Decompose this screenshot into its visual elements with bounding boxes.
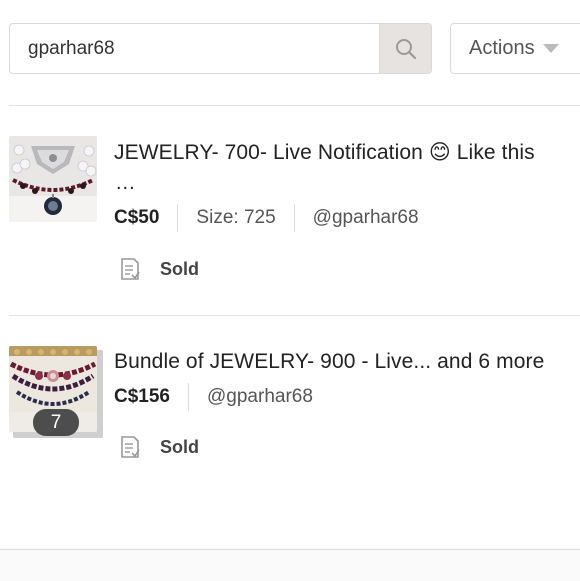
listing-size: Size: 725 <box>196 207 276 228</box>
bottom-bar <box>0 549 580 581</box>
status-label: Sold <box>160 436 199 457</box>
listing-thumbnail[interactable]: 7 <box>9 346 103 438</box>
listing-divider <box>9 315 580 316</box>
item-count-badge: 7 <box>33 409 79 436</box>
status-label: Sold <box>160 258 199 279</box>
listing-title[interactable]: Bundle of JEWELRY- 900 - Live... and 6 m… <box>114 350 544 374</box>
listing-status: Sold <box>118 434 199 460</box>
search-input[interactable] <box>10 24 379 73</box>
search-button[interactable] <box>379 24 431 73</box>
listing-title[interactable]: JEWELRY- 700- Live Notification 😊 Like t… <box>114 140 535 165</box>
receipt-icon <box>121 436 140 458</box>
listing-meta: C$50 Size: 725 @gparhar68 <box>114 204 419 232</box>
actions-label: Actions <box>469 37 535 59</box>
chevron-down-icon <box>542 44 559 53</box>
meta-separator <box>293 204 295 232</box>
listing-thumbnail[interactable] <box>9 136 97 222</box>
receipt-icon <box>121 258 140 280</box>
meta-separator <box>188 383 189 411</box>
search-icon <box>395 38 416 59</box>
listing-price: C$50 <box>114 207 160 228</box>
header-divider <box>9 105 580 106</box>
listing-price: C$156 <box>114 386 170 407</box>
actions-dropdown[interactable]: Actions <box>450 23 580 74</box>
listing-seller[interactable]: @gparhar68 <box>313 207 419 229</box>
listing-title-continuation: ... <box>116 172 136 194</box>
listing-meta: C$156 @gparhar68 <box>114 383 313 411</box>
listing-seller[interactable]: @gparhar68 <box>207 386 313 408</box>
listing-status: Sold <box>118 256 199 282</box>
search-box <box>9 23 432 74</box>
jewelry-necklace-photo <box>9 136 97 222</box>
meta-separator <box>177 204 179 232</box>
